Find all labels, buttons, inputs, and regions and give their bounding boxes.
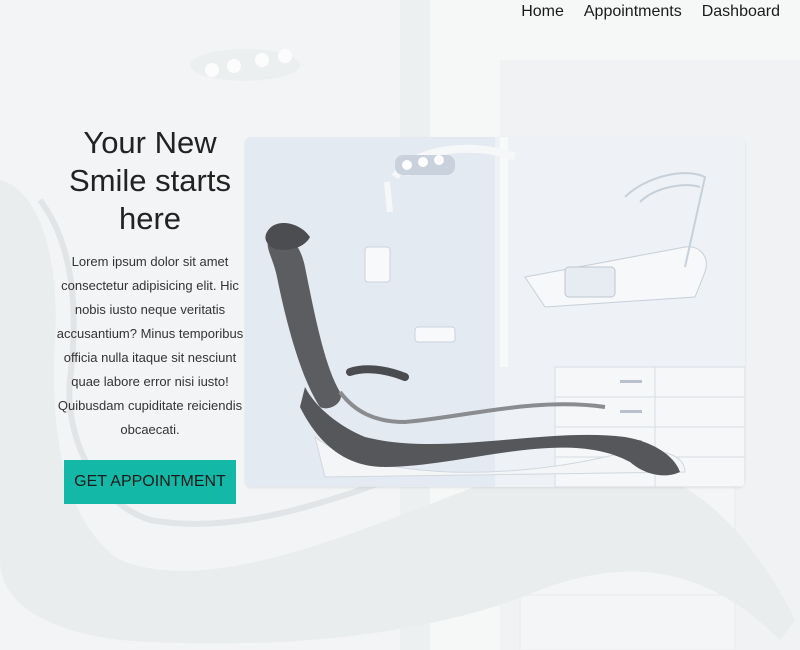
hero-text-block: Your New Smile starts here Lorem ipsum d… — [56, 124, 244, 504]
nav-link-home[interactable]: Home — [521, 0, 564, 24]
nav-link-dashboard[interactable]: Dashboard — [702, 0, 780, 24]
dental-chair-illustration — [245, 137, 745, 487]
hero-dental-chair-image — [245, 137, 745, 487]
hero-title: Your New Smile starts here — [69, 125, 231, 236]
top-nav: Home Appointments Dashboard — [521, 0, 780, 24]
hero-description: Lorem ipsum dolor sit amet consectetur a… — [56, 254, 244, 437]
nav-link-appointments[interactable]: Appointments — [584, 0, 682, 24]
get-appointment-button[interactable]: GET APPOINTMENT — [64, 460, 236, 504]
